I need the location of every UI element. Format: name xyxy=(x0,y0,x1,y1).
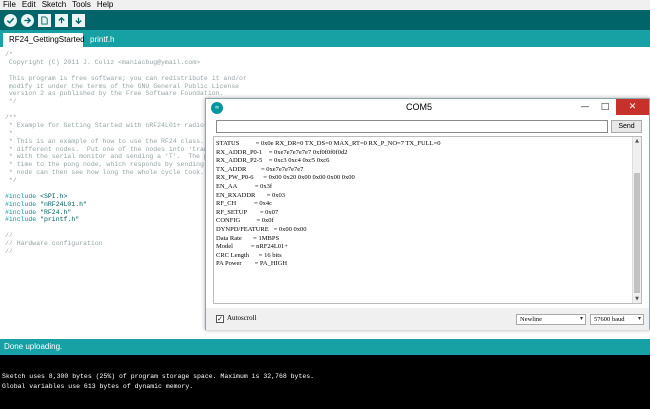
tab-printf[interactable]: printf.h xyxy=(86,33,120,47)
toolbar xyxy=(0,10,650,30)
code-line: modify it under the terms of the GNU Gen… xyxy=(5,82,240,90)
open-icon xyxy=(58,16,65,23)
serial-output-scrollbar[interactable]: ▲ ▼ xyxy=(632,137,641,303)
verify-icon xyxy=(6,17,15,24)
serial-output-line: RX_PW_P0-6 = 0x00 0x20 0x00 0x00 0x00 0x… xyxy=(216,174,355,182)
upload-button[interactable] xyxy=(21,13,34,27)
verify-button[interactable] xyxy=(4,13,17,27)
scrollbar-thumb[interactable] xyxy=(634,173,640,293)
line-ending-value: Newline xyxy=(520,316,543,323)
minimize-button[interactable]: — xyxy=(576,99,594,115)
serial-monitor-footer: ✓ Autoscroll Newline ▾ 57600 baud ▾ xyxy=(206,308,649,330)
menu-edit[interactable]: Edit xyxy=(19,0,39,10)
new-icon xyxy=(41,15,48,25)
console-output: Sketch uses 8,300 bytes (25%) of program… xyxy=(0,355,650,409)
serial-output[interactable]: STATUS = 0x0e RX_DR=0 TX_DS=0 MAX_RT=0 R… xyxy=(213,136,642,304)
serial-output-line: STATUS = 0x0e RX_DR=0 TX_DS=0 MAX_RT=0 R… xyxy=(216,140,441,147)
serial-output-line: RF_SETUP = 0x07 xyxy=(216,208,279,216)
menu-help[interactable]: Help xyxy=(94,0,116,10)
checkmark-icon: ✓ xyxy=(217,315,223,323)
console-line: Sketch uses 8,300 bytes (25%) of program… xyxy=(2,373,315,380)
line-ending-select[interactable]: Newline ▾ xyxy=(516,314,586,325)
serial-output-line: EN_RXADDR = 0x03 xyxy=(216,191,286,199)
open-button[interactable] xyxy=(55,13,68,27)
serial-output-line: RF_CH = 0x4c xyxy=(216,200,273,208)
serial-output-line: CONFIG = 0x0f xyxy=(216,217,274,225)
save-button[interactable] xyxy=(72,13,85,27)
serial-output-line: EN_AA = 0x3f xyxy=(216,182,273,190)
menubar: File Edit Sketch Tools Help xyxy=(0,0,650,10)
serial-send-input[interactable] xyxy=(216,120,608,133)
tab-rf24-gettingstarted[interactable]: RF24_GettingStarted xyxy=(3,33,85,47)
tab-bar: printf.h RF24_GettingStarted xyxy=(0,30,650,47)
serial-output-line: DYNPD/FEATURE = 0x00 0x00 xyxy=(216,225,307,233)
chevron-down-icon: ▾ xyxy=(579,316,583,322)
window-title: COM5 xyxy=(406,102,433,112)
serial-output-line: TX_ADDR = 0xe7e7e7e7e7 xyxy=(216,165,304,173)
upload-icon xyxy=(24,16,32,24)
serial-output-line: RX_ADDR_P0-1 = 0xe7e7e7e7e7 0xf0f0f0f0d2 xyxy=(216,148,348,156)
serial-output-line: PA Power = PA_HIGH xyxy=(216,260,288,268)
autoscroll-checkbox[interactable]: ✓ xyxy=(216,315,224,323)
close-button[interactable]: ✕ xyxy=(616,99,649,115)
code-line: Copyright (C) 2011 J. Coliz <maniacbug@y… xyxy=(5,58,201,66)
scroll-down-icon[interactable]: ▼ xyxy=(633,295,641,303)
maximize-button[interactable]: □ xyxy=(596,99,614,115)
status-bar: Done uploading. xyxy=(0,339,650,355)
save-icon xyxy=(75,17,82,24)
menu-tools[interactable]: Tools xyxy=(69,0,94,10)
serial-output-line: RX_ADDR_P2-5 = 0xc3 0xc4 0xc5 0xc6 xyxy=(216,157,330,165)
maximize-icon: □ xyxy=(600,102,610,112)
scroll-up-icon[interactable]: ▲ xyxy=(633,137,641,145)
menu-file[interactable]: File xyxy=(0,0,19,10)
autoscroll-label: Autoscroll xyxy=(227,314,257,322)
serial-monitor-titlebar[interactable]: ∞ COM5 — □ ✕ xyxy=(206,99,649,117)
serial-output-line: CRC Length = 16 bits xyxy=(216,251,282,259)
baud-rate-value: 57600 baud xyxy=(594,316,625,323)
serial-output-line: Model = nRF24L01+ xyxy=(216,243,288,251)
arduino-icon: ∞ xyxy=(211,102,223,114)
serial-monitor-window: ∞ COM5 — □ ✕ Send STATUS = 0x0e RX_DR=0 … xyxy=(205,98,650,330)
menu-sketch[interactable]: Sketch xyxy=(39,0,69,10)
serial-output-line: Data Rate = 1MBPS xyxy=(216,234,280,242)
code-line: This program is free software; you can r… xyxy=(5,74,247,82)
console-line: Global variables use 613 bytes of dynami… xyxy=(2,383,194,390)
minimize-icon: — xyxy=(580,102,590,112)
new-button[interactable] xyxy=(38,13,51,27)
baud-rate-select[interactable]: 57600 baud ▾ xyxy=(590,314,644,325)
close-icon: ✕ xyxy=(628,102,637,112)
code-line: /* xyxy=(5,51,13,58)
chevron-down-icon: ▾ xyxy=(637,316,641,322)
serial-output-text: STATUS = 0x0e RX_DR=0 TX_DS=0 MAX_RT=0 R… xyxy=(216,140,441,269)
send-button[interactable]: Send xyxy=(611,120,642,133)
status-text: Done uploading. xyxy=(4,342,63,351)
